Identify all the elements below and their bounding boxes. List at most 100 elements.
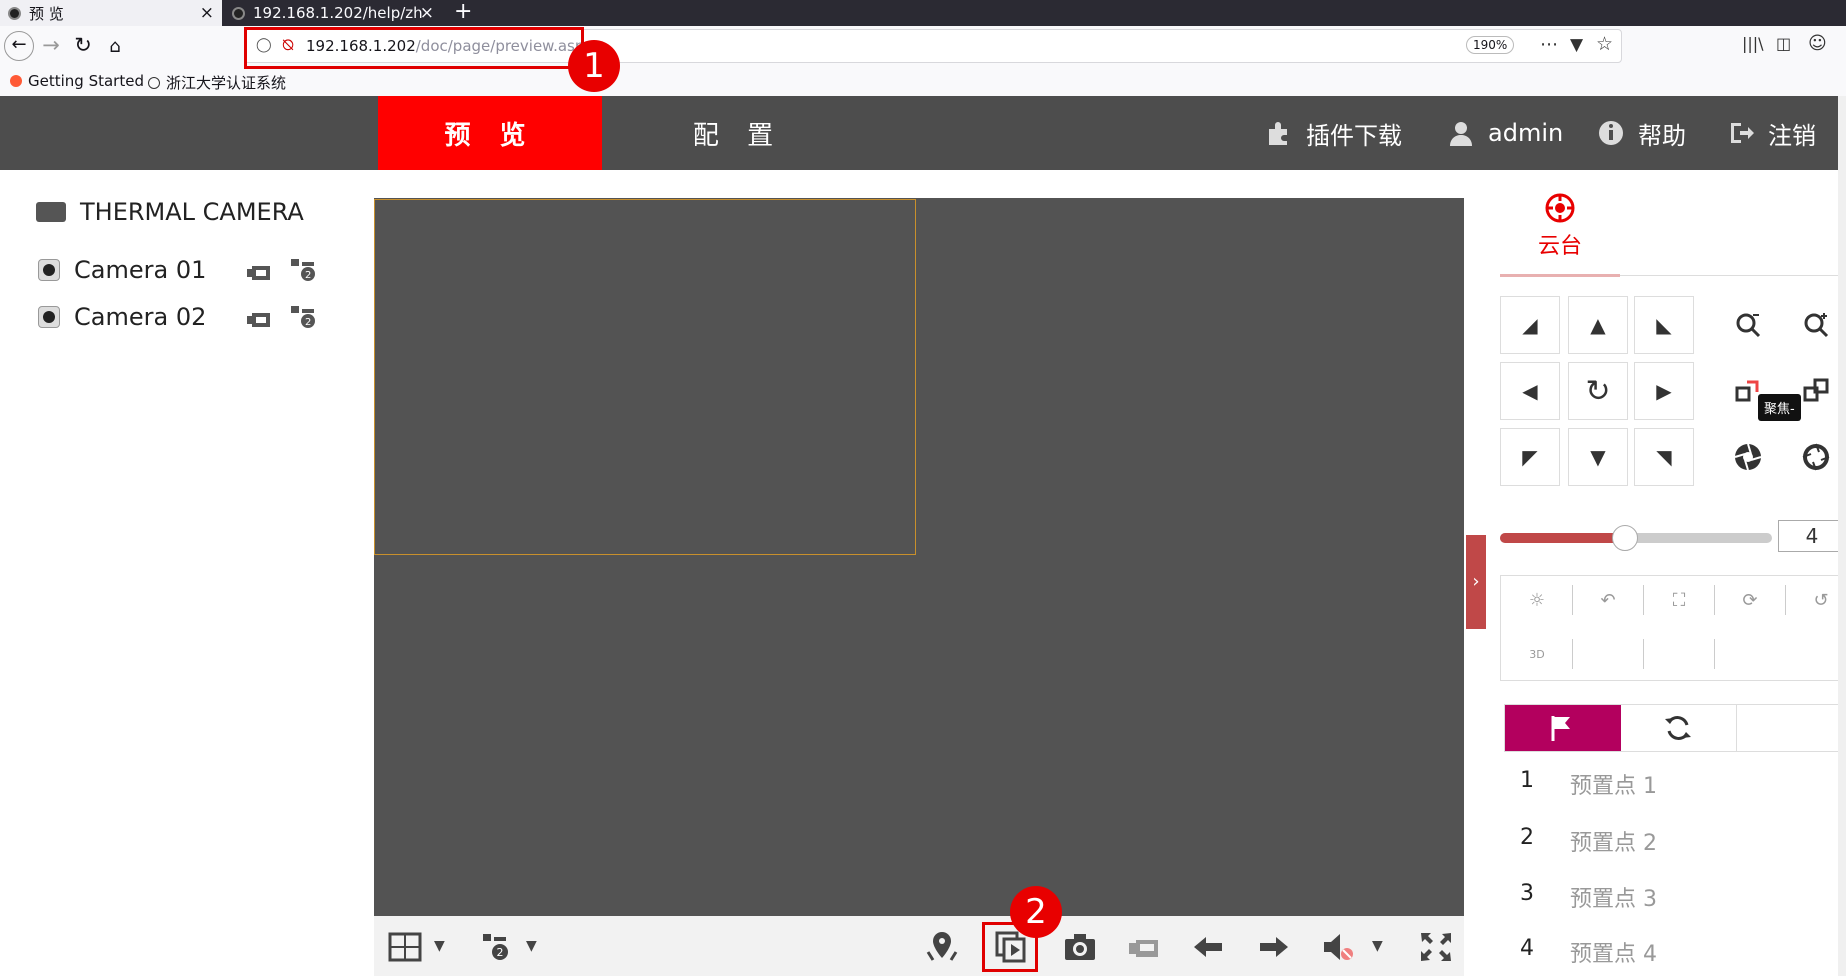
library-icon[interactable]: |||\ <box>1742 34 1764 53</box>
preset-label: 预置点 1 <box>1570 774 1657 799</box>
logout-link[interactable]: 注销 <box>1728 96 1816 170</box>
light-button[interactable]: ☼ <box>1502 580 1572 620</box>
camera-label: Camera 01 <box>74 256 207 284</box>
ptz-function-row: ☼ ↶ ⛶ ⟳ ↺ <box>1502 580 1846 620</box>
iris-close-button[interactable] <box>1786 428 1846 486</box>
account-icon[interactable]: ☺ <box>1808 33 1827 54</box>
ptz-down-button[interactable]: ▼ <box>1568 428 1628 486</box>
zoom-out-button[interactable] <box>1718 296 1778 354</box>
tab-title: 192.168.1.202/help/zh <box>253 4 423 22</box>
video-window-selected[interactable] <box>374 199 916 555</box>
camera-icon <box>38 259 60 281</box>
manual-track-button[interactable]: ↺ <box>1786 580 1846 620</box>
iris-open-icon <box>1734 443 1762 471</box>
ptz-down-left-button[interactable]: ◤ <box>1500 428 1560 486</box>
camera-favicon-icon <box>8 6 21 20</box>
preset-item[interactable]: 2 预置点 2 <box>1520 825 1657 857</box>
record-video-icon[interactable] <box>1126 930 1162 964</box>
focus-far-icon <box>1803 378 1829 402</box>
empty-slot <box>1573 634 1643 674</box>
ptz-left-button[interactable]: ◀ <box>1500 362 1560 420</box>
preset-item[interactable]: 3 预置点 3 <box>1520 881 1657 913</box>
empty-slot <box>1644 634 1714 674</box>
annotation-marker-2: 2 <box>1010 886 1062 938</box>
reload-icon[interactable]: ↻ <box>68 33 98 57</box>
firefox-icon <box>10 75 22 87</box>
collapse-panel-button[interactable]: › <box>1466 535 1486 629</box>
divider <box>1714 639 1715 669</box>
next-arrow-icon[interactable] <box>1256 930 1292 964</box>
ptz-up-button[interactable]: ▲ <box>1568 296 1628 354</box>
preset-number: 1 <box>1520 768 1534 793</box>
help-link[interactable]: 帮助 <box>1598 96 1686 170</box>
tab-presets[interactable] <box>1505 705 1621 751</box>
ptz-up-left-button[interactable]: ◢ <box>1500 296 1560 354</box>
ptz-down-right-button[interactable]: ◥ <box>1634 428 1694 486</box>
audio-muted-icon[interactable] <box>1320 930 1356 964</box>
ptz-title[interactable]: 云台 <box>1520 228 1600 260</box>
ptz-speed-value[interactable]: 4 <box>1778 520 1846 552</box>
annotation-box-url <box>244 27 584 69</box>
flag-icon <box>1551 716 1570 741</box>
app-header <box>0 96 1846 170</box>
start-record-icon[interactable] <box>246 260 274 284</box>
preset-number: 2 <box>1520 825 1534 850</box>
preset-item[interactable]: 1 预置点 1 <box>1520 768 1657 800</box>
bookmark-getting-started[interactable]: Getting Started <box>10 72 144 90</box>
stream-type-icon[interactable]: 2 <box>480 930 516 964</box>
pocket-icon[interactable]: ▼ <box>1570 35 1583 55</box>
ptz-right-button[interactable]: ▶ <box>1634 362 1694 420</box>
iris-open-button[interactable] <box>1718 428 1778 486</box>
auxiliary-focus-button[interactable]: ⛶ <box>1644 580 1714 620</box>
close-tab-icon[interactable]: × <box>420 3 434 23</box>
snapshot-camera-icon[interactable] <box>1062 930 1098 964</box>
chevron-down-icon[interactable]: ▼ <box>1372 938 1383 954</box>
logout-icon <box>1731 123 1754 143</box>
camera-item-02[interactable]: Camera 02 <box>38 303 206 331</box>
tab-preview[interactable]: 预 览 <box>378 96 602 170</box>
preset-label: 预置点 2 <box>1570 831 1657 856</box>
ptz-speed-handle[interactable] <box>1612 525 1638 551</box>
window-layout-icon[interactable] <box>388 930 424 964</box>
browser-tab-help[interactable]: 192.168.1.202/help/zh × <box>224 0 442 26</box>
stream-switch-icon[interactable]: 2 <box>290 258 318 282</box>
ptz-up-right-button[interactable]: ◣ <box>1634 296 1694 354</box>
device-group-label: THERMAL CAMERA <box>80 198 304 226</box>
home-icon[interactable]: ⌂ <box>100 36 130 57</box>
lens-init-button[interactable]: ⟳ <box>1715 580 1785 620</box>
close-tab-icon[interactable]: × <box>200 3 214 23</box>
svg-text:2: 2 <box>497 946 504 959</box>
browser-tab-preview[interactable]: 预 览 × <box>0 0 222 26</box>
zoom-in-button[interactable] <box>1786 296 1846 354</box>
forward-arrow-icon[interactable]: → <box>36 33 66 57</box>
iris-close-icon <box>1802 443 1830 471</box>
annotation-marker-1: 1 <box>568 40 620 92</box>
ptz-auto-rotate-button[interactable]: ↻ <box>1568 362 1628 420</box>
previous-arrow-icon[interactable] <box>1190 930 1226 964</box>
zoom-level-badge[interactable]: 190% <box>1466 36 1515 54</box>
wiper-button[interactable]: ↶ <box>1573 580 1643 620</box>
plugin-download-link[interactable]: 插件下载 <box>1266 96 1402 170</box>
fullscreen-icon[interactable] <box>1418 930 1454 964</box>
3d-position-button[interactable]: 3D <box>1502 634 1572 674</box>
user-menu[interactable]: admin <box>1448 96 1563 170</box>
chevron-down-icon[interactable]: ▼ <box>434 938 445 954</box>
start-record-icon[interactable] <box>246 307 274 331</box>
plugin-label: 插件下载 <box>1306 121 1402 150</box>
tab-config[interactable]: 配 置 <box>626 96 850 170</box>
bookmark-star-icon[interactable]: ☆ <box>1596 33 1613 55</box>
more-actions-icon[interactable]: ⋯ <box>1540 34 1558 55</box>
bookmark-zju-auth[interactable]: 浙江大学认证系统 <box>148 72 286 93</box>
page-scrollbar[interactable] <box>1838 96 1846 976</box>
sidebar-icon[interactable]: ◫ <box>1776 34 1791 53</box>
device-group[interactable]: THERMAL CAMERA <box>36 198 304 226</box>
map-pin-icon[interactable] <box>924 930 960 964</box>
camera-item-01[interactable]: Camera 01 <box>38 256 206 284</box>
preset-item[interactable]: 4 预置点 4 <box>1520 936 1657 968</box>
new-tab-button[interactable]: + <box>454 0 472 24</box>
svg-text:2: 2 <box>305 317 311 328</box>
tab-patrol[interactable] <box>1621 705 1737 751</box>
back-arrow-icon[interactable]: ← <box>4 31 34 61</box>
stream-switch-icon[interactable]: 2 <box>290 305 318 329</box>
chevron-down-icon[interactable]: ▼ <box>526 938 537 954</box>
